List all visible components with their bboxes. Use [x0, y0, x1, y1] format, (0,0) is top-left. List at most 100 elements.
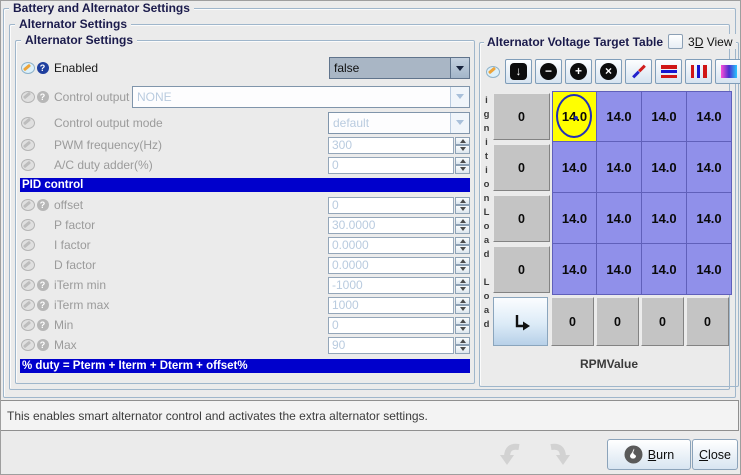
- chevron-down-icon: [450, 86, 469, 107]
- table-cell[interactable]: 14.0: [552, 244, 597, 295]
- table-cell[interactable]: 14.0: [597, 91, 642, 142]
- field-label: PWM frequency(Hz): [54, 138, 163, 152]
- table-cell[interactable]: 14.0: [552, 193, 597, 244]
- group-alternator-settings: Alternator Settings ? Enabled false ? Co…: [15, 33, 475, 384]
- minus-icon: −: [540, 63, 557, 80]
- i-factor-spinner: [328, 236, 470, 254]
- chevron-down-icon[interactable]: [450, 58, 469, 78]
- field-label: offset: [54, 198, 84, 212]
- edit-bubble-icon: [483, 65, 502, 78]
- table-cell[interactable]: 14.0: [687, 244, 732, 295]
- down-arrow-icon: ↓: [510, 63, 527, 80]
- field-label: Enabled: [54, 61, 99, 75]
- form-row-iterm-max: ? iTerm max: [18, 295, 472, 315]
- field-label: Control output mode: [54, 115, 163, 130]
- x-bin[interactable]: 0: [551, 297, 594, 346]
- y-bin[interactable]: 0: [493, 246, 550, 293]
- form-row-control-output-mode: Control output mode default: [18, 110, 472, 135]
- burn-flame-icon: [624, 445, 643, 464]
- help-icon: ?: [35, 279, 50, 291]
- form-row-ac-duty-adder: A/C duty adder(%): [18, 155, 472, 175]
- table-toolbar: ↓ − + ×: [483, 59, 741, 84]
- redo-icon: [550, 443, 570, 465]
- edit-bubble-icon: [20, 319, 35, 331]
- table-cell-selected[interactable]: 14.0: [552, 91, 597, 142]
- edit-bubble-icon: [20, 116, 35, 129]
- x-bin[interactable]: 0: [686, 297, 729, 346]
- gradient-icon: [720, 65, 737, 78]
- table-cell[interactable]: 14.0: [552, 142, 597, 193]
- edit-bubble-icon: [20, 239, 35, 251]
- down-arrow-button[interactable]: ↓: [505, 59, 532, 84]
- spin-up-icon: [455, 316, 470, 325]
- spin-down-icon: [455, 325, 470, 334]
- field-label: A/C duty adder(%): [54, 158, 153, 172]
- voltage-target-table: ignitionLoad Load 0 14.0 14.0 14.0 14.0 …: [481, 91, 732, 348]
- spin-up-icon: [455, 136, 470, 145]
- field-label: P factor: [54, 218, 96, 232]
- help-icon: ?: [35, 319, 50, 331]
- x-bin[interactable]: 0: [641, 297, 684, 346]
- edit-bubble-icon: [20, 259, 35, 271]
- enabled-combobox[interactable]: false: [329, 57, 470, 79]
- table-cell[interactable]: 14.0: [642, 91, 687, 142]
- burn-button[interactable]: Burn: [607, 439, 691, 470]
- edit-bubble-icon: [20, 299, 35, 311]
- view-3d-checkbox[interactable]: [668, 34, 684, 49]
- spin-down-icon: [455, 145, 470, 154]
- y-bin[interactable]: 0: [493, 144, 550, 191]
- iterm-min-spinner: [328, 276, 470, 294]
- table-cell[interactable]: 14.0: [687, 91, 732, 142]
- interpolate-table-button[interactable]: [715, 59, 741, 84]
- group-title-alternator-settings: Alternator Settings: [21, 33, 138, 47]
- group-title-battery-alternator: Battery and Alternator Settings: [9, 1, 194, 15]
- edit-bubble-icon: [20, 139, 35, 151]
- edit-value-button[interactable]: [625, 59, 652, 84]
- field-label: Control output: [54, 89, 130, 104]
- control-output-combobox: NONE: [132, 85, 470, 108]
- axis-corner-button[interactable]: [493, 297, 548, 346]
- table-cell[interactable]: 14.0: [597, 142, 642, 193]
- field-label: iTerm min: [54, 278, 107, 292]
- help-icon[interactable]: ?: [35, 62, 50, 74]
- spin-up-icon: [455, 256, 470, 265]
- clear-button[interactable]: ×: [595, 59, 622, 84]
- spin-up-icon: [455, 296, 470, 305]
- chevron-down-icon: [450, 112, 469, 133]
- interpolate-rows-button[interactable]: [655, 59, 682, 84]
- edit-bubble-icon: [20, 62, 35, 74]
- close-button[interactable]: Close: [692, 439, 738, 470]
- min-spinner: [328, 316, 470, 334]
- max-spinner: [328, 336, 470, 354]
- ac-duty-adder-spinner: [328, 156, 470, 174]
- form-row-iterm-min: ? iTerm min: [18, 275, 472, 295]
- increment-button[interactable]: +: [565, 59, 592, 84]
- table-cell[interactable]: 14.0: [597, 244, 642, 295]
- edit-bubble-icon: [20, 219, 35, 231]
- y-bin[interactable]: 0: [493, 195, 550, 242]
- interpolate-columns-button[interactable]: [685, 59, 712, 84]
- table-cell[interactable]: 14.0: [597, 193, 642, 244]
- spin-up-icon: [455, 156, 470, 165]
- table-cell[interactable]: 14.0: [642, 193, 687, 244]
- spin-down-icon: [455, 305, 470, 314]
- spin-down-icon: [455, 345, 470, 354]
- settings-form: ? Enabled false ? Control output NONE Co…: [18, 53, 472, 376]
- help-icon: ?: [35, 199, 50, 211]
- table-cell[interactable]: 14.0: [642, 244, 687, 295]
- table-cell[interactable]: 14.0: [687, 142, 732, 193]
- help-icon: ?: [35, 299, 50, 311]
- spin-up-icon: [455, 196, 470, 205]
- help-icon: ?: [35, 339, 50, 351]
- table-cell[interactable]: 14.0: [687, 193, 732, 244]
- spin-up-icon: [455, 336, 470, 345]
- x-bin[interactable]: 0: [596, 297, 639, 346]
- edit-bubble-icon: [20, 159, 35, 171]
- spin-up-icon: [455, 276, 470, 285]
- duty-formula-bar: % duty = Pterm + Iterm + Dterm + offset%: [20, 359, 470, 373]
- spin-down-icon: [455, 225, 470, 234]
- table-cell[interactable]: 14.0: [642, 142, 687, 193]
- y-bin[interactable]: 0: [493, 93, 550, 140]
- spin-up-icon: [455, 236, 470, 245]
- decrement-button[interactable]: −: [535, 59, 562, 84]
